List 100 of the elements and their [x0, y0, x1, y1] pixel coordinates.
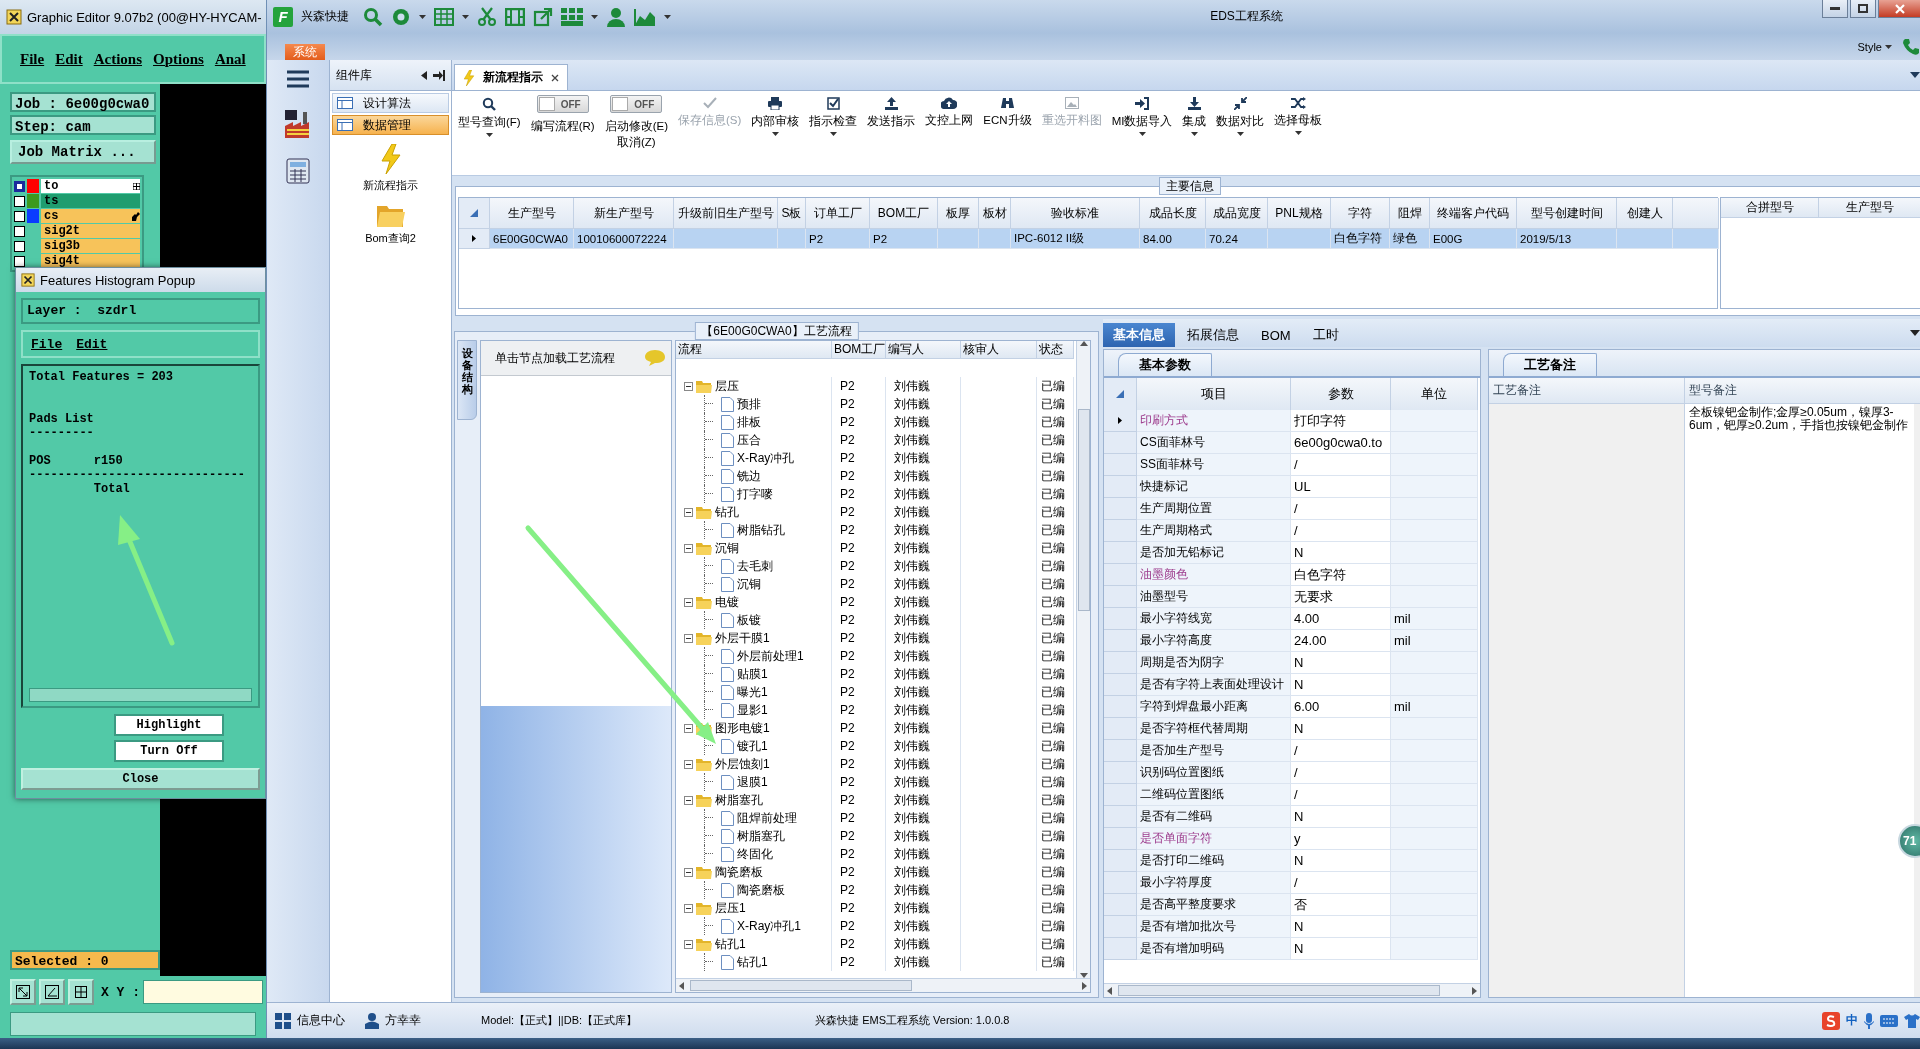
toolbar-button[interactable]: 发送指示	[867, 95, 916, 131]
column-header[interactable]: 型号创建时间	[1517, 198, 1617, 229]
column-header[interactable]: 新生产型号	[574, 198, 674, 229]
tree-node[interactable]: 预排	[737, 395, 761, 413]
column-header[interactable]: 创建人	[1617, 198, 1673, 229]
column-header[interactable]: 升级前旧生产型号	[674, 198, 778, 229]
toggle-switch[interactable]: OFF	[536, 95, 589, 113]
layer-row[interactable]: sig3b	[41, 239, 140, 253]
column-header[interactable]: 板厚	[938, 198, 979, 229]
popup-button[interactable]: Turn Off	[114, 740, 224, 762]
menu-item[interactable]: Actions	[93, 50, 142, 68]
tree-node[interactable]: 板镀	[737, 611, 761, 629]
tree-node[interactable]: 沉铜	[737, 575, 761, 593]
toolbar-button[interactable]: 内部审核	[751, 95, 800, 138]
tree-node[interactable]: 树脂钻孔	[737, 521, 785, 539]
tree-node[interactable]: 外层干膜1	[715, 629, 770, 647]
menu-item[interactable]: Options	[153, 50, 204, 68]
column-header[interactable]: BOM工厂	[832, 341, 886, 359]
column-header[interactable]: 单位	[1391, 378, 1478, 411]
shortcut-button[interactable]: 新流程指示	[330, 143, 451, 194]
column-header[interactable]: 项目	[1137, 378, 1291, 411]
tree-node[interactable]: 层压	[715, 377, 739, 395]
layer-row[interactable]: to	[41, 179, 140, 193]
menu-item[interactable]: Edit	[55, 50, 83, 68]
tree-node[interactable]: X-Ray冲孔	[737, 449, 795, 467]
tree-node[interactable]: 陶瓷磨板	[737, 881, 785, 899]
column-header[interactable]: 参数	[1291, 378, 1391, 411]
column-header[interactable]: 工艺备注	[1489, 378, 1685, 404]
menu-item[interactable]: Edit	[76, 336, 108, 352]
toolbar-button[interactable]: 文控上网	[925, 95, 974, 130]
tree-node[interactable]: 钻孔1	[715, 935, 746, 953]
tab[interactable]: 拓展信息	[1177, 323, 1249, 347]
style-menu[interactable]: Style	[1857, 40, 1892, 53]
input-mode[interactable]: 中	[1846, 1012, 1858, 1029]
tree-node[interactable]: 退膜1	[737, 773, 768, 791]
tree-node[interactable]: 钻孔1	[737, 953, 768, 971]
nav-item[interactable]: 数据管理	[332, 115, 449, 135]
column-header[interactable]: BOM工厂	[870, 198, 938, 229]
toggle-switch[interactable]: OFF	[610, 95, 663, 113]
column-header[interactable]: 订单工厂	[806, 198, 870, 229]
tree-node[interactable]: 打字嘜	[737, 485, 773, 503]
close-button[interactable]: Close	[21, 768, 260, 790]
tree-node[interactable]: X-Ray冲孔1	[737, 917, 801, 935]
layer-row[interactable]: sig2t	[41, 224, 140, 238]
column-header[interactable]: 板材	[979, 198, 1011, 229]
column-header[interactable]: 生产型号	[1819, 198, 1920, 218]
tab[interactable]: 基本信息	[1103, 323, 1175, 347]
tree-node[interactable]: 显影1	[737, 701, 768, 719]
toolbar-button[interactable]: 选择母板	[1274, 95, 1323, 137]
tree-node[interactable]: 沉铜	[715, 539, 739, 557]
tree-node[interactable]: 贴膜1	[737, 665, 768, 683]
column-header[interactable]: 字符	[1331, 198, 1390, 229]
toolbar-button[interactable]: ECN升级	[983, 95, 1032, 130]
column-header[interactable]: 流程	[676, 341, 832, 359]
column-header[interactable]: 终端客户代码	[1430, 198, 1517, 229]
toolbar-button[interactable]: 型号查询(F)	[458, 95, 521, 139]
menu-item[interactable]: Anal	[214, 50, 246, 68]
tree-node[interactable]: 镀孔1	[737, 737, 768, 755]
side-tab[interactable]: 设备结构	[457, 340, 477, 420]
menu-item[interactable]: File	[20, 50, 45, 68]
column-header[interactable]: 成品长度	[1140, 198, 1206, 229]
tree-node[interactable]: 压合	[737, 431, 761, 449]
tree-node[interactable]: 钻孔	[715, 503, 739, 521]
tree-node[interactable]: 图形电镀1	[715, 719, 770, 737]
tree-node[interactable]: 层压1	[715, 899, 746, 917]
column-header[interactable]: 合拼型号	[1721, 198, 1819, 218]
column-header[interactable]: 验收标准	[1011, 198, 1140, 229]
toolbar-button[interactable]: 指示检查	[809, 95, 858, 138]
column-header[interactable]: 核审人	[961, 341, 1037, 359]
tree-node[interactable]: 终固化	[737, 845, 773, 863]
popup-button[interactable]: Highlight	[114, 714, 224, 736]
column-header[interactable]: 型号备注	[1685, 378, 1920, 404]
toolbar-button[interactable]: MI数据导入	[1111, 95, 1173, 138]
section-tab[interactable]: 基本参数	[1118, 353, 1212, 376]
tree-node[interactable]: 铣边	[737, 467, 761, 485]
tree-node[interactable]: 电镀	[715, 593, 739, 611]
tree-node[interactable]: 外层前处理1	[737, 647, 804, 665]
info-center-button[interactable]: 信息中心	[275, 1012, 345, 1029]
nav-item[interactable]: 设计算法	[332, 93, 449, 113]
tree-node[interactable]: 树脂塞孔	[715, 791, 763, 809]
job-matrix-button[interactable]: Job Matrix ...	[10, 140, 156, 164]
document-tab[interactable]: 新流程指示	[454, 64, 568, 90]
column-header[interactable]: 生产型号	[490, 198, 574, 229]
tree-node[interactable]: 去毛刺	[737, 557, 773, 575]
column-header[interactable]: 编写人	[886, 341, 961, 359]
tab[interactable]: 工时	[1302, 323, 1349, 347]
layer-row[interactable]: sig4t	[41, 254, 140, 268]
column-header[interactable]: 阻焊	[1390, 198, 1430, 229]
user-button[interactable]: 方幸幸	[365, 1012, 421, 1029]
layer-row[interactable]: ts	[41, 194, 140, 208]
tab[interactable]: BOM	[1251, 323, 1301, 347]
shortcut-button[interactable]: Bom查询2	[330, 202, 451, 247]
layer-row[interactable]: cs	[41, 209, 140, 223]
section-tab[interactable]: 工艺备注	[1503, 353, 1597, 376]
tree-node[interactable]: 曝光1	[737, 683, 768, 701]
menu-item[interactable]: File	[31, 336, 63, 352]
tree-node[interactable]: 阻焊前处理	[737, 809, 797, 827]
column-header[interactable]: S板	[778, 198, 806, 229]
toolbar-button[interactable]: 集成	[1182, 95, 1207, 138]
column-header[interactable]: PNL规格	[1268, 198, 1331, 229]
